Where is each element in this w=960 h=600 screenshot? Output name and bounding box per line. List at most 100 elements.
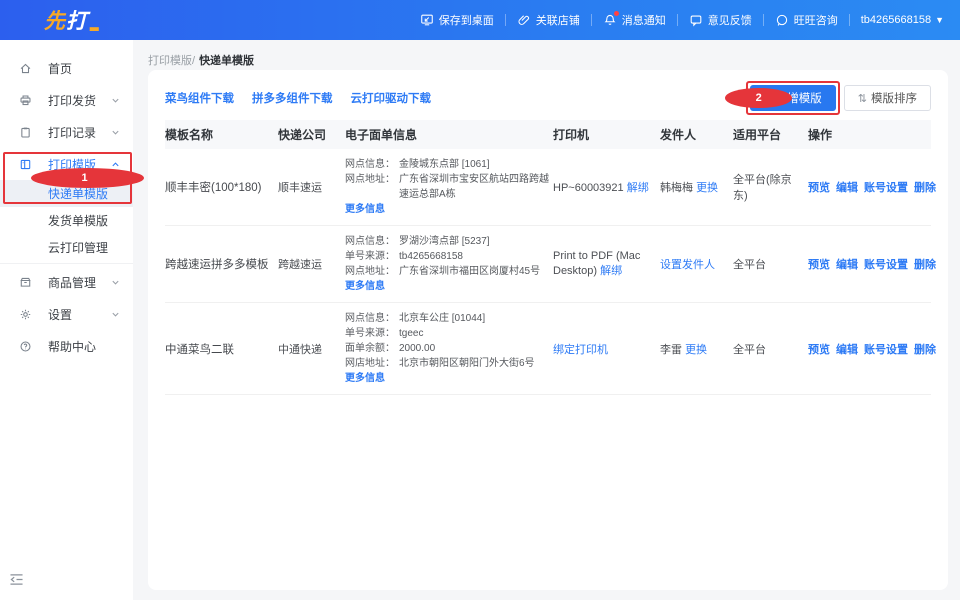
save-to-desktop-button[interactable]: 保存到桌面 [420, 12, 494, 28]
save-to-desktop-icon [420, 13, 434, 27]
content-card: 菜鸟组件下载 拼多多组件下载 云打印驱动下载 + 新增模版 2 ⇅ 模版排序 [148, 70, 948, 590]
download-links: 菜鸟组件下载 拼多多组件下载 云打印驱动下载 [165, 90, 431, 106]
add-template-button-wrap: + 新增模版 2 [750, 85, 836, 111]
feedback-icon [689, 13, 703, 27]
delete-link[interactable]: 删除 [914, 341, 936, 357]
info-label: 网点地址： [345, 172, 399, 202]
info-value: tgeec [399, 326, 553, 341]
waybill-info: 网点信息：罗湖沙湾点部 [5237] 单号来源：tb4265668158 网点地… [345, 234, 553, 294]
edit-link[interactable]: 编辑 [836, 341, 858, 357]
topbar-divider [763, 14, 764, 26]
preview-link[interactable]: 预览 [808, 341, 830, 357]
pdd-component-download-link[interactable]: 拼多多组件下载 [252, 90, 333, 106]
sort-icon: ⇅ [858, 92, 867, 105]
wangwang-consult-button[interactable]: 旺旺咨询 [775, 12, 838, 28]
info-label: 网店地址： [345, 356, 399, 371]
sender-cell: 李雷 更换 [660, 341, 733, 357]
account-settings-link[interactable]: 账号设置 [864, 179, 908, 195]
chevron-down-icon [111, 310, 120, 319]
sidebar-item-label: 打印记录 [48, 124, 96, 141]
sidebar-item-label: 帮助中心 [48, 338, 96, 355]
sidebar-item-print-ship[interactable]: 打印发货 [0, 84, 133, 116]
sidebar-item-goods[interactable]: 商品管理 [0, 266, 133, 298]
main-content: 打印模版/ 快递单模版 菜鸟组件下载 拼多多组件下载 云打印驱动下载 + 新增模… [133, 40, 960, 600]
sidebar-item-help[interactable]: 帮助中心 [0, 330, 133, 362]
preview-link[interactable]: 预览 [808, 256, 830, 272]
account-settings-link[interactable]: 账号设置 [864, 256, 908, 272]
topbar-divider [677, 14, 678, 26]
info-label: 面单余额： [345, 341, 399, 356]
notifications-button[interactable]: 消息通知 [603, 12, 666, 28]
feedback-label: 意见反馈 [708, 12, 752, 28]
chevron-down-icon [111, 128, 120, 137]
account-settings-link[interactable]: 账号设置 [864, 341, 908, 357]
save-to-desktop-label: 保存到桌面 [439, 12, 494, 28]
sidebar-item-print-records[interactable]: 打印记录 [0, 116, 133, 148]
info-value: 北京市朝阳区朝阳门外大街6号 [399, 356, 553, 371]
cainiao-component-download-link[interactable]: 菜鸟组件下载 [165, 90, 234, 106]
sidebar-item-label: 首页 [48, 60, 72, 77]
annotated-nav-group: 打印模版 快递单模版 1 [0, 148, 133, 207]
wangwang-icon [775, 13, 789, 27]
printer-name: Print to PDF (Mac Desktop) [553, 250, 640, 277]
col-header-waybill-info: 电子面单信息 [345, 126, 553, 143]
info-value: 广东省深圳市福田区岗厦村45号 [399, 264, 553, 279]
delete-link[interactable]: 删除 [914, 256, 936, 272]
topbar-menu: 保存到桌面 关联店铺 消息通知 意见反馈 [420, 12, 944, 28]
sidebar-subitem-shipping-template[interactable]: 发货单模版 [0, 207, 133, 234]
account-name: tb4265668158 [861, 14, 931, 26]
actions-cell: 预览 编辑 账号设置 删除 [808, 341, 936, 357]
sidebar-item-label: 发货单模版 [48, 212, 108, 229]
courier-company: 跨越速运 [278, 256, 345, 272]
breadcrumb: 打印模版/ 快递单模版 [148, 52, 254, 68]
logo-dash: ▂ [90, 18, 99, 31]
platform-cell: 全平台 [733, 256, 808, 272]
more-info-link[interactable]: 更多信息 [345, 202, 385, 217]
info-value: 罗湖沙湾点部 [5237] [399, 234, 553, 249]
sender-name: 李雷 [660, 344, 682, 356]
breadcrumb-parent[interactable]: 打印模版/ [148, 52, 195, 68]
printer-cell: Print to PDF (Mac Desktop) 解绑 [553, 250, 660, 278]
change-sender-link[interactable]: 更换 [685, 344, 707, 356]
cloud-print-driver-download-link[interactable]: 云打印驱动下载 [351, 90, 432, 106]
chevron-down-icon [111, 278, 120, 287]
link-shop-label: 关联店铺 [536, 12, 580, 28]
info-value: 金陵城东点部 [1061] [399, 157, 553, 172]
bell-icon [603, 13, 617, 27]
col-header-actions: 操作 [808, 126, 931, 143]
feedback-button[interactable]: 意见反馈 [689, 12, 752, 28]
collapse-sidebar-icon[interactable] [9, 573, 24, 586]
info-label: 网点信息： [345, 311, 399, 326]
platform-cell: 全平台(除京东) [733, 171, 808, 203]
sidebar-item-home[interactable]: 首页 [0, 52, 133, 84]
template-name: 中通菜鸟二联 [165, 341, 278, 357]
more-info-link[interactable]: 更多信息 [345, 279, 385, 294]
unbind-printer-link[interactable]: 解绑 [600, 265, 622, 277]
edit-link[interactable]: 编辑 [836, 256, 858, 272]
breadcrumb-current: 快递单模版 [199, 52, 254, 68]
col-header-courier: 快递公司 [278, 126, 345, 143]
set-sender-link[interactable]: 设置发件人 [660, 259, 715, 271]
unbind-printer-link[interactable]: 解绑 [627, 182, 649, 194]
preview-link[interactable]: 预览 [808, 179, 830, 195]
sort-templates-label: 模版排序 [871, 90, 917, 106]
bind-printer-link[interactable]: 绑定打印机 [553, 344, 608, 356]
sidebar-subitem-cloud-print[interactable]: 云打印管理 [0, 234, 133, 261]
info-value: 2000.00 [399, 341, 553, 356]
more-info-link[interactable]: 更多信息 [345, 371, 385, 386]
change-sender-link[interactable]: 更换 [696, 182, 718, 194]
sidebar-item-settings[interactable]: 设置 [0, 298, 133, 330]
link-shop-button[interactable]: 关联店铺 [517, 12, 580, 28]
topbar-divider [505, 14, 506, 26]
caret-down-icon: ▼ [935, 16, 944, 25]
delete-link[interactable]: 删除 [914, 179, 936, 195]
goods-icon [19, 276, 32, 289]
edit-link[interactable]: 编辑 [836, 179, 858, 195]
account-menu[interactable]: tb4265668158 ▼ [861, 14, 944, 26]
actions-cell: 预览 编辑 账号设置 删除 [808, 256, 936, 272]
annotation-step2-badge: 2 [725, 88, 792, 108]
sort-templates-button[interactable]: ⇅ 模版排序 [844, 85, 931, 111]
table-row: 中通菜鸟二联 中通快递 网点信息：北京车公庄 [01044] 单号来源：tgee… [165, 303, 931, 395]
app-logo: 先打▂ [44, 5, 99, 35]
sender-cell: 设置发件人 [660, 256, 733, 272]
